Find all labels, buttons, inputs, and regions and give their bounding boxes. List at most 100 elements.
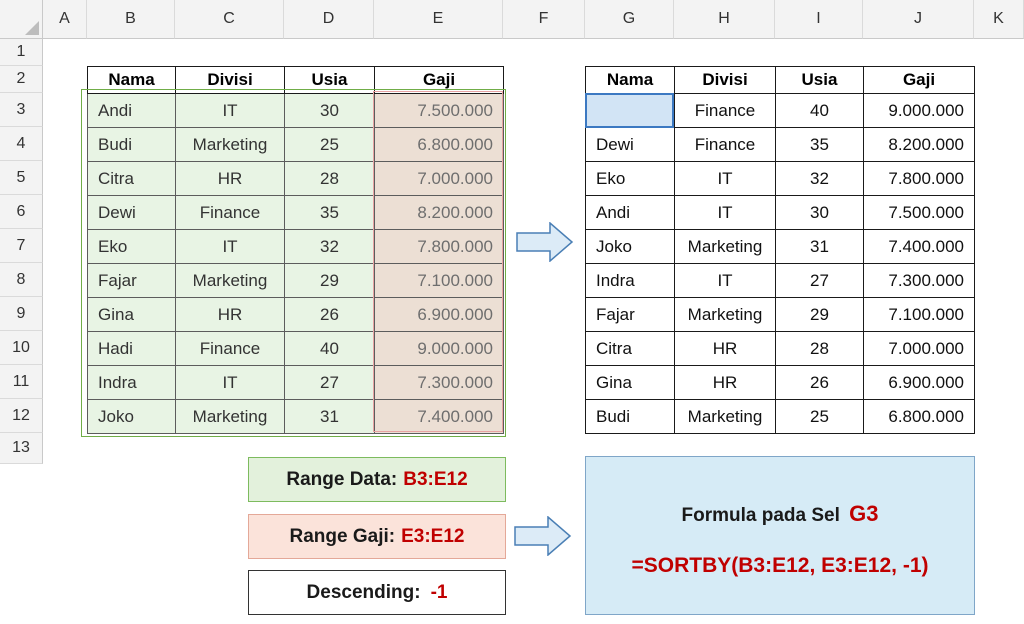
result-header-nama[interactable]: Nama: [585, 66, 675, 94]
result-cell-gaji[interactable]: 9.000.000: [863, 93, 975, 128]
result-header-divisi[interactable]: Divisi: [674, 66, 776, 94]
result-cell-divisi[interactable]: IT: [674, 195, 776, 230]
source-cell-gaji[interactable]: 7.000.000: [374, 161, 504, 196]
result-header-gaji[interactable]: Gaji: [863, 66, 975, 94]
row-header-4[interactable]: 4: [0, 127, 43, 161]
source-cell-gaji[interactable]: 7.100.000: [374, 263, 504, 298]
source-cell-divisi[interactable]: HR: [175, 297, 285, 332]
source-cell-gaji[interactable]: 6.900.000: [374, 297, 504, 332]
result-cell-gaji[interactable]: 6.800.000: [863, 399, 975, 434]
row-header-7[interactable]: 7: [0, 229, 43, 263]
source-cell-divisi[interactable]: Marketing: [175, 399, 285, 434]
source-cell-nama[interactable]: Hadi: [87, 331, 176, 366]
source-cell-nama[interactable]: Indra: [87, 365, 176, 400]
source-cell-usia[interactable]: 35: [284, 195, 375, 230]
row-header-8[interactable]: 8: [0, 263, 43, 297]
source-cell-usia[interactable]: 26: [284, 297, 375, 332]
result-cell-divisi[interactable]: IT: [674, 161, 776, 196]
result-cell-divisi[interactable]: Marketing: [674, 399, 776, 434]
column-header-i[interactable]: I: [775, 0, 863, 39]
source-cell-gaji[interactable]: 9.000.000: [374, 331, 504, 366]
result-cell-nama[interactable]: Gina: [585, 365, 675, 400]
result-cell-usia[interactable]: 31: [775, 229, 864, 264]
result-cell-usia[interactable]: 32: [775, 161, 864, 196]
result-cell-divisi[interactable]: Marketing: [674, 297, 776, 332]
row-header-10[interactable]: 10: [0, 331, 43, 365]
result-cell-divisi[interactable]: Finance: [674, 127, 776, 162]
source-cell-divisi[interactable]: IT: [175, 93, 285, 128]
column-header-h[interactable]: H: [674, 0, 775, 39]
source-cell-divisi[interactable]: Finance: [175, 331, 285, 366]
result-header-usia[interactable]: Usia: [775, 66, 864, 94]
source-cell-usia[interactable]: 25: [284, 127, 375, 162]
row-header-12[interactable]: 12: [0, 399, 43, 433]
result-cell-divisi[interactable]: HR: [674, 365, 776, 400]
source-cell-nama[interactable]: Joko: [87, 399, 176, 434]
row-header-1[interactable]: 1: [0, 39, 43, 66]
result-cell-gaji[interactable]: 7.800.000: [863, 161, 975, 196]
column-header-g[interactable]: G: [585, 0, 674, 39]
result-cell-gaji[interactable]: 8.200.000: [863, 127, 975, 162]
result-cell-nama[interactable]: Eko: [585, 161, 675, 196]
source-cell-nama[interactable]: Andi: [87, 93, 176, 128]
column-header-b[interactable]: B: [87, 0, 175, 39]
source-header-gaji[interactable]: Gaji: [374, 66, 504, 94]
row-header-2[interactable]: 2: [0, 66, 43, 93]
result-cell-usia[interactable]: 29: [775, 297, 864, 332]
result-cell-divisi[interactable]: IT: [674, 263, 776, 298]
result-cell-gaji[interactable]: 6.900.000: [863, 365, 975, 400]
source-cell-usia[interactable]: 31: [284, 399, 375, 434]
source-cell-usia[interactable]: 28: [284, 161, 375, 196]
result-cell-usia[interactable]: 26: [775, 365, 864, 400]
result-cell-usia[interactable]: 28: [775, 331, 864, 366]
source-header-divisi[interactable]: Divisi: [175, 66, 285, 94]
row-header-3[interactable]: 3: [0, 93, 43, 127]
source-cell-usia[interactable]: 27: [284, 365, 375, 400]
result-cell-gaji[interactable]: 7.500.000: [863, 195, 975, 230]
column-header-f[interactable]: F: [503, 0, 585, 39]
source-header-usia[interactable]: Usia: [284, 66, 375, 94]
row-header-6[interactable]: 6: [0, 195, 43, 229]
column-header-d[interactable]: D: [284, 0, 374, 39]
column-header-c[interactable]: C: [175, 0, 284, 39]
row-header-5[interactable]: 5: [0, 161, 43, 195]
result-cell-nama[interactable]: Joko: [585, 229, 675, 264]
result-cell-nama[interactable]: Indra: [585, 263, 675, 298]
column-header-k[interactable]: K: [974, 0, 1024, 39]
source-cell-gaji[interactable]: 7.800.000: [374, 229, 504, 264]
result-cell-usia[interactable]: 27: [775, 263, 864, 298]
result-cell-usia[interactable]: 40: [775, 93, 864, 128]
result-cell-usia[interactable]: 25: [775, 399, 864, 434]
result-cell-nama[interactable]: Dewi: [585, 127, 675, 162]
select-all-corner[interactable]: [0, 0, 43, 39]
result-cell-divisi[interactable]: Marketing: [674, 229, 776, 264]
source-cell-divisi[interactable]: Finance: [175, 195, 285, 230]
result-cell-nama[interactable]: Hadi: [585, 93, 675, 128]
source-cell-divisi[interactable]: HR: [175, 161, 285, 196]
source-cell-gaji[interactable]: 7.400.000: [374, 399, 504, 434]
source-cell-divisi[interactable]: IT: [175, 365, 285, 400]
source-cell-nama[interactable]: Dewi: [87, 195, 176, 230]
source-cell-nama[interactable]: Budi: [87, 127, 176, 162]
source-cell-nama[interactable]: Gina: [87, 297, 176, 332]
result-cell-gaji[interactable]: 7.000.000: [863, 331, 975, 366]
result-cell-nama[interactable]: Andi: [585, 195, 675, 230]
result-cell-nama[interactable]: Budi: [585, 399, 675, 434]
result-cell-nama[interactable]: Citra: [585, 331, 675, 366]
source-cell-usia[interactable]: 29: [284, 263, 375, 298]
result-cell-gaji[interactable]: 7.100.000: [863, 297, 975, 332]
row-header-13[interactable]: 13: [0, 433, 43, 464]
source-cell-divisi[interactable]: Marketing: [175, 263, 285, 298]
source-header-nama[interactable]: Nama: [87, 66, 176, 94]
result-cell-usia[interactable]: 30: [775, 195, 864, 230]
result-cell-divisi[interactable]: HR: [674, 331, 776, 366]
source-cell-gaji[interactable]: 8.200.000: [374, 195, 504, 230]
source-cell-usia[interactable]: 32: [284, 229, 375, 264]
result-cell-divisi[interactable]: Finance: [674, 93, 776, 128]
source-cell-divisi[interactable]: Marketing: [175, 127, 285, 162]
column-header-a[interactable]: A: [43, 0, 87, 39]
source-cell-gaji[interactable]: 7.500.000: [374, 93, 504, 128]
result-cell-gaji[interactable]: 7.300.000: [863, 263, 975, 298]
source-cell-divisi[interactable]: IT: [175, 229, 285, 264]
result-cell-usia[interactable]: 35: [775, 127, 864, 162]
